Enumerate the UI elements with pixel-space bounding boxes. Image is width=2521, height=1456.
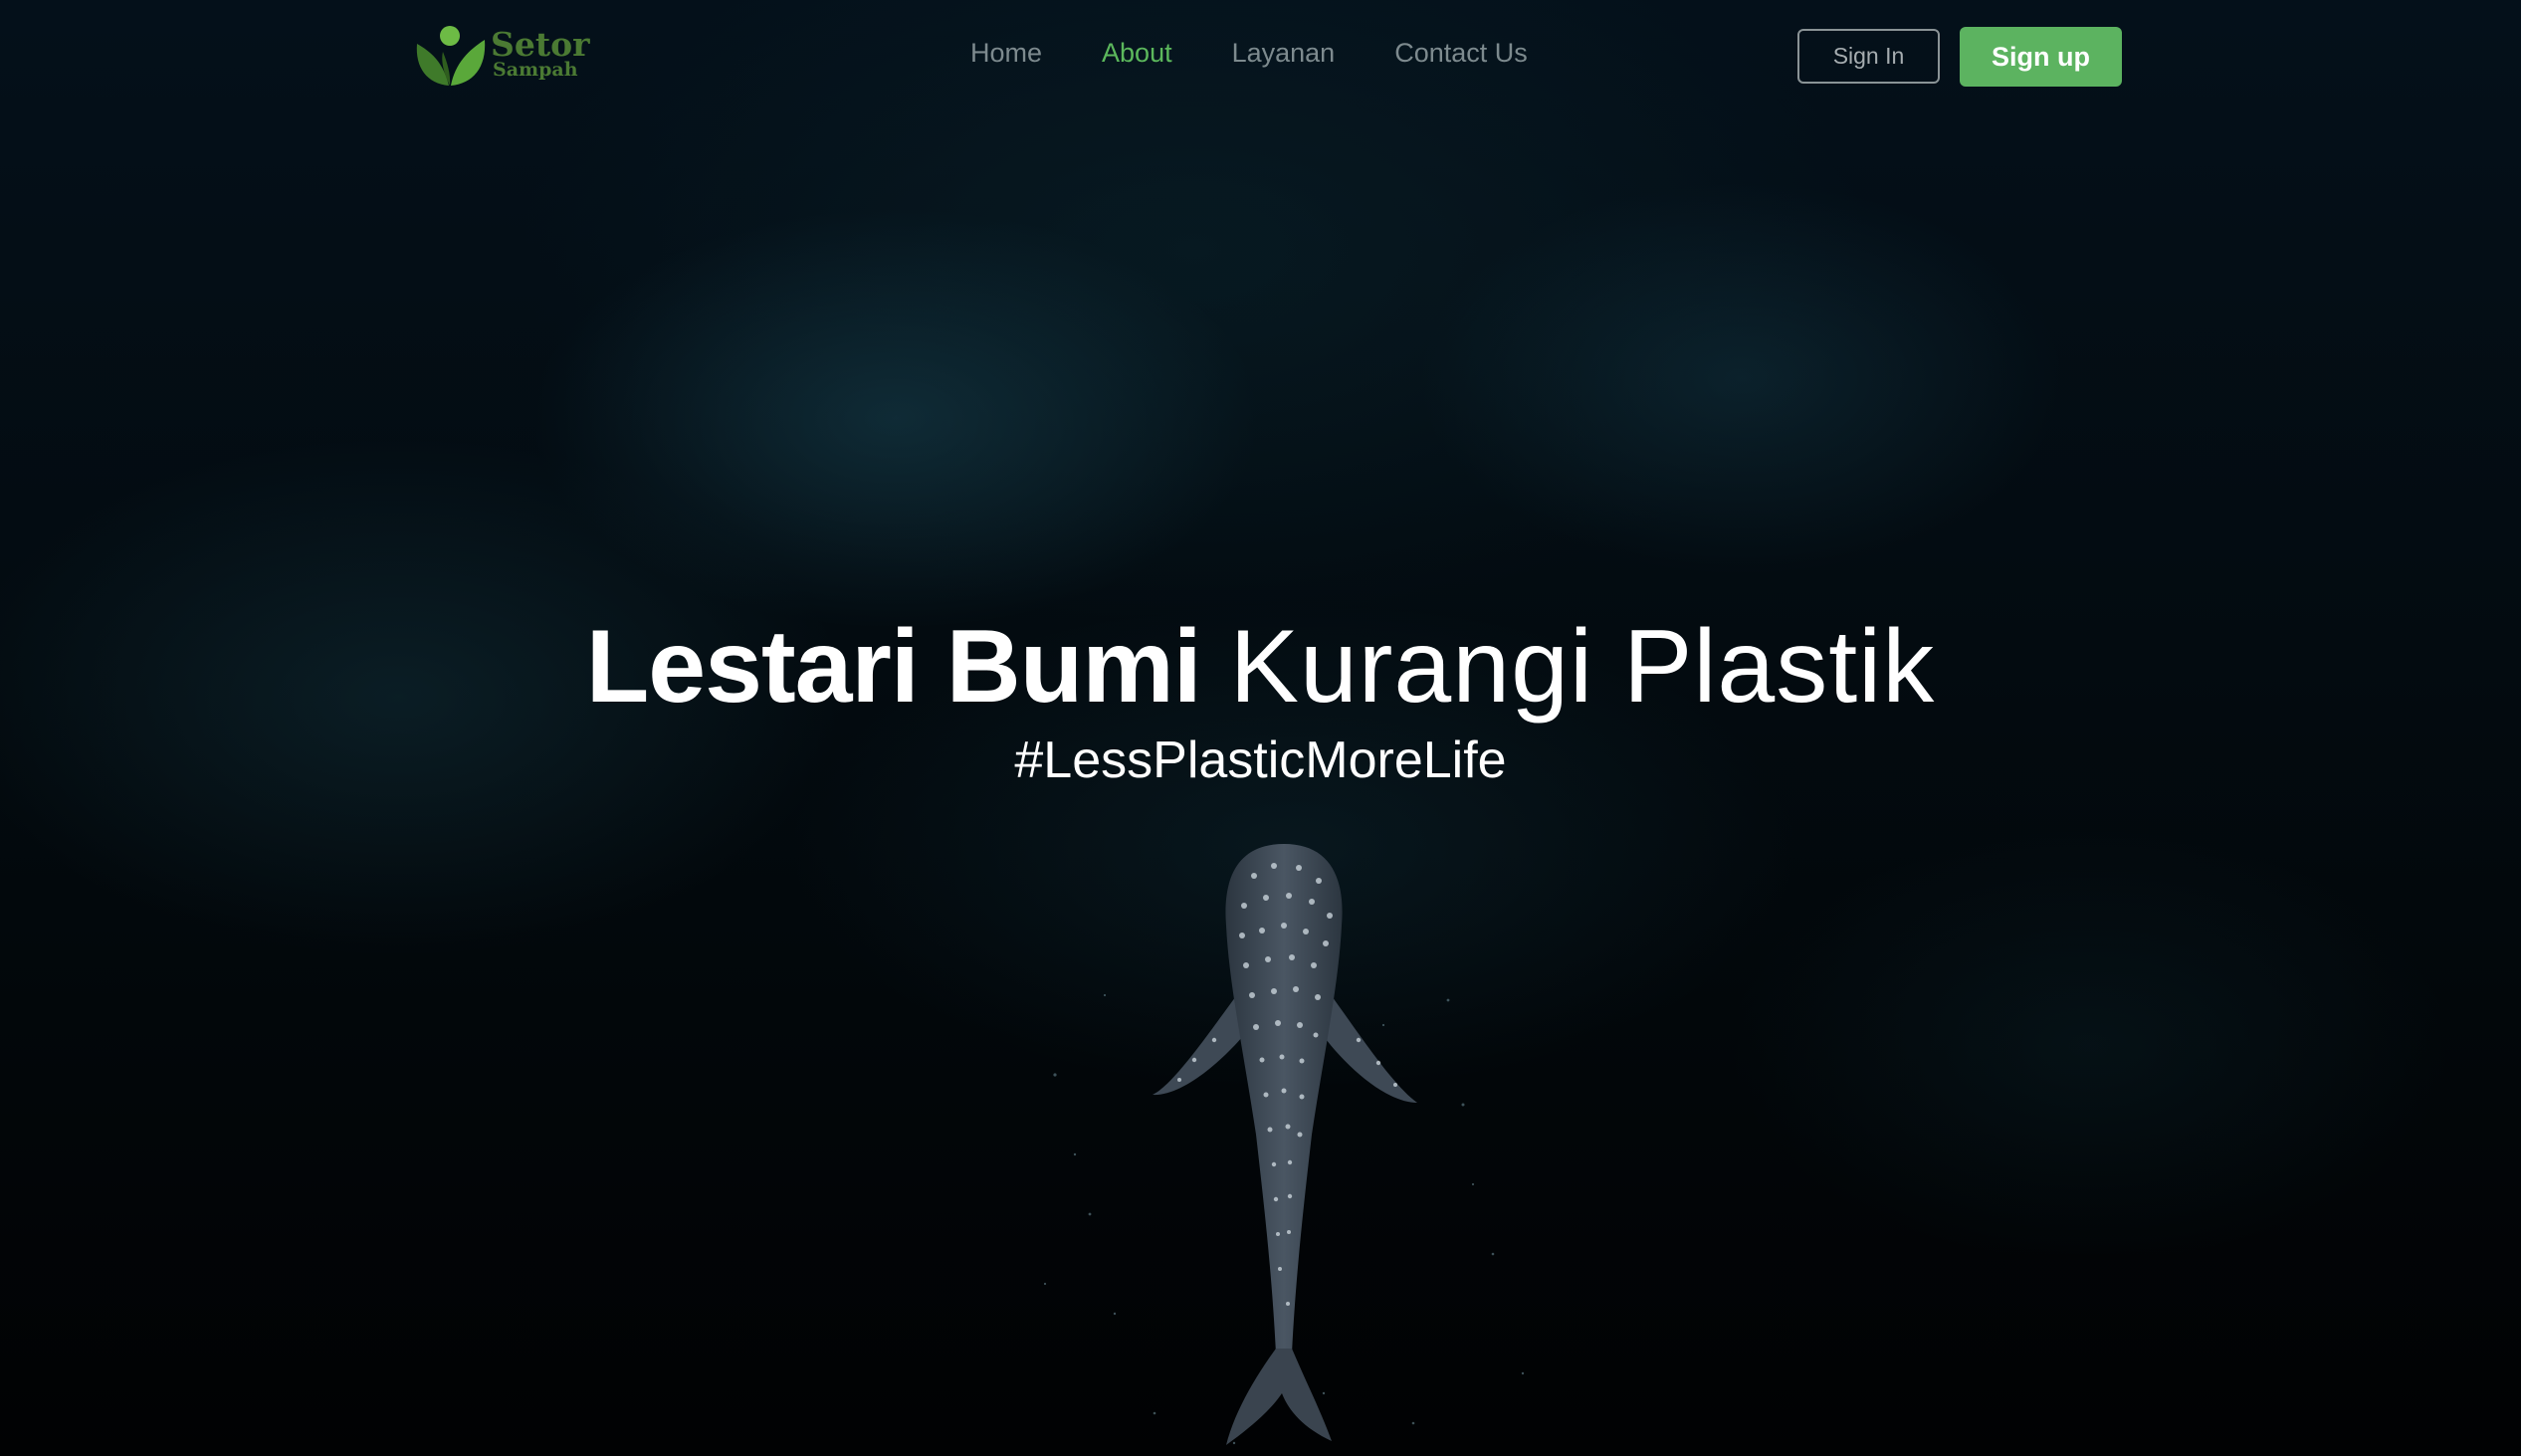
nav-item-about[interactable]: About: [1102, 38, 1172, 69]
brand-name-line1: Setor: [491, 25, 590, 64]
hero-headline-bold: Lestari Bumi: [585, 609, 1202, 725]
nav-item-layanan[interactable]: Layanan: [1232, 38, 1336, 69]
nav-menu: Home About Layanan Contact Us: [970, 38, 1587, 69]
hero-section: Setor Sampah Home About Layanan Contact …: [0, 0, 2521, 1456]
top-navbar: Setor Sampah Home About Layanan Contact …: [0, 0, 2521, 114]
brand-logo[interactable]: Setor Sampah: [413, 22, 589, 92]
nav-item-home[interactable]: Home: [970, 38, 1042, 69]
sign-in-button[interactable]: Sign In: [1797, 29, 1940, 84]
leaf-logo-icon: [416, 26, 486, 86]
hero-headline-light: Kurangi Plastik: [1229, 609, 1936, 725]
brand-name: Setor Sampah: [491, 28, 589, 80]
hero-headline: Lestari Bumi Kurangi Plastik: [0, 615, 2521, 719]
whale-shark-image: [1153, 844, 1417, 1445]
nav-item-contact-us[interactable]: Contact Us: [1394, 38, 1528, 69]
hero-hashtag: #LessPlasticMoreLife: [1014, 731, 1507, 789]
sign-up-button[interactable]: Sign up: [1960, 27, 2122, 87]
brand-name-line2: Sampah: [493, 59, 578, 81]
